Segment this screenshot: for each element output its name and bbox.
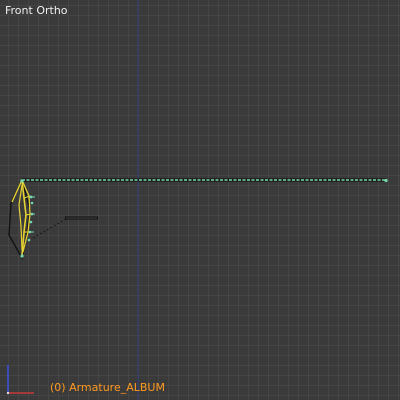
armature-long-bone[interactable] <box>22 178 388 183</box>
armature-bone-cluster[interactable] <box>8 177 35 261</box>
axis-orientation-icon <box>6 365 34 395</box>
view-mode-label: Front Ortho <box>5 4 68 17</box>
parent-relationship-line <box>32 218 67 239</box>
scene-canvas[interactable] <box>0 0 400 400</box>
3d-viewport[interactable]: Front Ortho (0) Armature_ALBUM <box>0 0 400 400</box>
active-object-label: (0) Armature_ALBUM <box>50 381 165 394</box>
